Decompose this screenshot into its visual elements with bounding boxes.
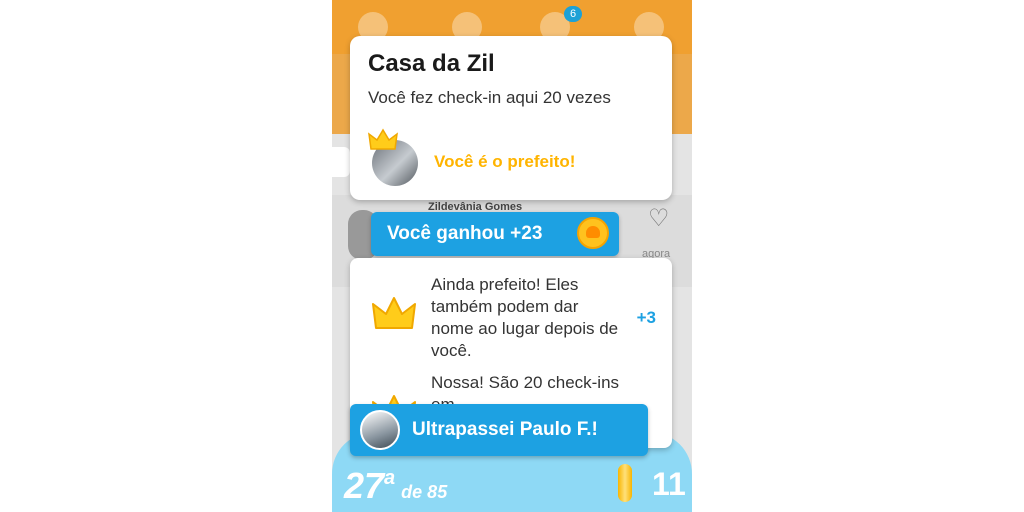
coin-count: 11: [652, 466, 686, 502]
reward-text: Você ganhou +23: [387, 223, 543, 244]
bonus-text: Ainda prefeito! Eles também podem dar no…: [431, 275, 619, 360]
notification-badge: 6: [564, 6, 582, 22]
crown-icon: [372, 297, 416, 329]
bonus-item: Ainda prefeito! Eles também podem dar no…: [350, 274, 672, 378]
coin-icon: [618, 464, 632, 502]
overtake-toast[interactable]: Ultrapassei Paulo F.!: [350, 404, 648, 456]
feed-tab: [332, 147, 350, 177]
mayor-status: Você é o prefeito!: [434, 152, 576, 171]
crown-icon: [368, 128, 398, 150]
toast-text: Ultrapassei Paulo F.!: [412, 419, 598, 440]
checkin-count-text: Você fez check-in aqui 20 vezes: [368, 88, 611, 107]
bonus-points: +3: [636, 308, 656, 327]
venue-title: Casa da Zil: [368, 50, 495, 77]
rank-display: 27ade 85: [344, 465, 447, 507]
rank-suffix: a: [384, 467, 396, 489]
reward-banner: Você ganhou +23: [371, 212, 619, 256]
rank-total: de 85: [401, 482, 448, 502]
heart-icon[interactable]: ♡: [648, 204, 670, 233]
coin-icon: [577, 217, 609, 249]
venue-card: Casa da Zil Você fez check-in aqui 20 ve…: [350, 36, 672, 200]
rank-number: 27: [344, 465, 385, 506]
avatar: [360, 410, 400, 450]
